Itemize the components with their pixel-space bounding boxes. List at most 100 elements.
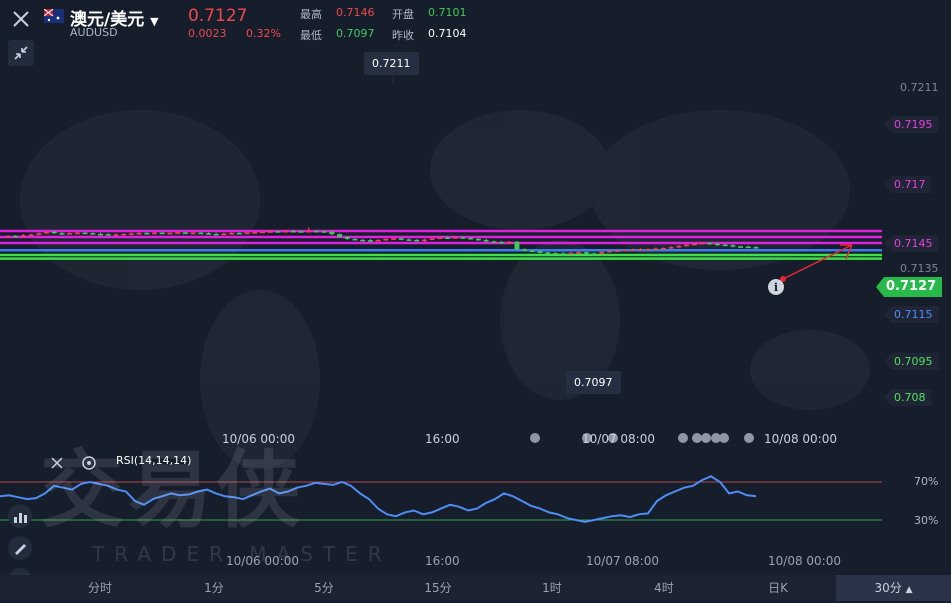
timeframe-1[interactable]: 分时 xyxy=(40,575,160,601)
level-tag: 0.717 xyxy=(884,176,932,193)
pair-code: AUDUSD xyxy=(70,26,118,39)
candle-body xyxy=(82,232,88,235)
change-percent: 0.32% xyxy=(246,27,281,40)
candle-body xyxy=(105,234,111,236)
candle-body xyxy=(113,234,119,236)
candle-body xyxy=(344,237,350,239)
candle-body xyxy=(321,231,327,233)
draw-icon[interactable] xyxy=(7,535,33,561)
candle-body xyxy=(175,232,181,234)
open-value: 0.7101 xyxy=(428,6,467,19)
dropdown-icon[interactable]: ▼ xyxy=(150,15,158,28)
candle-body xyxy=(236,232,242,235)
candle-body xyxy=(630,249,636,251)
close-button[interactable] xyxy=(8,6,34,32)
axis-label: 0.7135 xyxy=(900,262,939,275)
chart-stage: i 交易侠 TRADER MASTER 澳元/美元 ▼ AUDUSD 0.712… xyxy=(0,0,951,601)
candle-body xyxy=(714,243,720,246)
candle-body xyxy=(606,250,612,253)
candle-body xyxy=(275,231,281,233)
candle-body xyxy=(660,248,666,250)
candle-body xyxy=(653,248,659,251)
candle-body xyxy=(90,233,96,235)
candle-body xyxy=(622,249,628,252)
level-tag: 0.708 xyxy=(884,389,932,406)
level-tag: 0.7115 xyxy=(884,306,939,323)
candle-body xyxy=(745,246,751,249)
collapse-button[interactable] xyxy=(8,40,34,66)
time-label: 10/06 00:00 xyxy=(226,554,299,568)
candle-body xyxy=(367,240,373,242)
candle-body xyxy=(259,231,265,234)
open-label: 开盘 xyxy=(392,8,414,21)
caret-up-icon: ▲ xyxy=(905,585,913,595)
change-absolute: 0.0023 xyxy=(188,27,227,40)
candle-body xyxy=(568,252,574,255)
layers-icon[interactable] xyxy=(7,503,33,529)
close-indicator-icon[interactable] xyxy=(49,455,65,471)
candle-body xyxy=(699,243,705,245)
candle-body xyxy=(144,232,150,235)
candle-body xyxy=(645,249,651,251)
candle-body xyxy=(514,241,520,250)
candle-body xyxy=(298,231,304,233)
time-label: 10/08 00:00 xyxy=(764,432,837,446)
high-callout: 0.7211 xyxy=(364,52,419,75)
timeframe-6[interactable]: 4时 xyxy=(608,575,720,601)
timeframe-7[interactable]: 日K xyxy=(720,575,836,601)
candle-body xyxy=(290,231,296,233)
candle-body xyxy=(398,238,404,240)
candle-body xyxy=(506,241,512,244)
candle-body xyxy=(190,232,196,235)
info-icon[interactable]: i xyxy=(768,279,784,295)
candle-body xyxy=(522,249,528,251)
candle-body xyxy=(20,235,26,237)
candle-body xyxy=(576,252,582,254)
candle-body xyxy=(36,233,42,235)
candle-body xyxy=(59,233,65,235)
rsi-upper-label: 70% xyxy=(914,475,939,488)
candle-body xyxy=(252,232,258,234)
axis-label: 0.7211 xyxy=(900,81,939,94)
candle-body xyxy=(136,232,142,235)
low-label: 最低 xyxy=(300,29,322,42)
candle-body xyxy=(205,233,211,235)
candle-body xyxy=(74,232,80,235)
time-label: 10/07 08:00 xyxy=(586,554,659,568)
candle-body xyxy=(668,247,674,249)
candle-body xyxy=(460,237,466,239)
candle-body xyxy=(499,242,505,244)
candle-body xyxy=(352,238,358,241)
candle-body xyxy=(182,232,188,234)
candle-body xyxy=(553,253,559,255)
settings-icon[interactable] xyxy=(80,454,98,472)
candle-body xyxy=(329,231,335,235)
timeframe-4[interactable]: 15分 xyxy=(380,575,496,601)
timeframe-active[interactable]: 30分 ▲ xyxy=(836,575,951,601)
level-tag: 0.7195 xyxy=(884,116,939,133)
candle-body xyxy=(529,250,535,252)
high-value: 0.7146 xyxy=(336,6,375,19)
candle-body xyxy=(599,251,605,254)
candle-body xyxy=(452,237,458,239)
candle-body xyxy=(560,253,566,255)
low-value: 0.7097 xyxy=(336,27,375,40)
high-label: 最高 xyxy=(300,8,322,21)
candle-body xyxy=(445,237,451,239)
candle-body xyxy=(483,239,489,242)
timeframe-2[interactable]: 1分 xyxy=(160,575,268,601)
candle-body xyxy=(337,234,343,237)
candle-body xyxy=(98,233,104,236)
candle-body xyxy=(28,234,34,237)
candle-body xyxy=(391,238,397,240)
timeframe-5[interactable]: 1时 xyxy=(496,575,608,601)
candle-body xyxy=(691,243,697,246)
timeframe-3[interactable]: 5分 xyxy=(268,575,380,601)
candle-body xyxy=(221,233,227,236)
candle-body xyxy=(306,231,312,233)
close-icon xyxy=(13,11,29,27)
collapse-icon xyxy=(14,46,28,60)
candle-body xyxy=(229,232,235,235)
candle-body xyxy=(637,249,643,251)
candle-body xyxy=(13,235,19,238)
